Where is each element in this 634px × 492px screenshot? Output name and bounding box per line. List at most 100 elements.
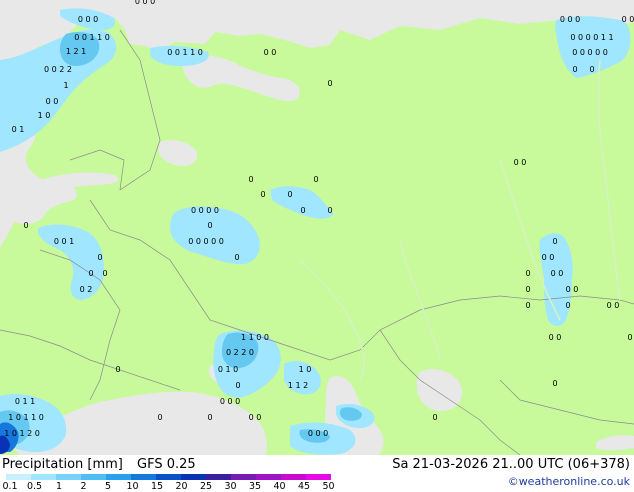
scale-swatch [206, 474, 231, 480]
precip-value: 0 0 [542, 253, 555, 262]
precip-value: 0 [552, 237, 557, 246]
precip-value: 0 0 [549, 333, 562, 342]
scale-swatch [131, 474, 156, 480]
precip-value: 0 0 0 [560, 15, 580, 24]
scale-swatch [306, 474, 331, 480]
precip-value: 0 [525, 301, 530, 310]
precip-value: 0 1 1 [15, 397, 35, 406]
precip-value: 1 1 2 [288, 381, 308, 390]
scale-swatch [281, 474, 306, 480]
precip-value: 0 0 [551, 269, 564, 278]
scale-label: 20 [175, 481, 188, 492]
precip-value: 0 [525, 269, 530, 278]
scale-swatch [56, 474, 81, 480]
precip-value: 0 [235, 381, 240, 390]
precip-value: 0 0 1 1 0 [74, 33, 110, 42]
precip-value: 0 [327, 79, 332, 88]
scale-bar [6, 474, 331, 480]
scale-label: 0.1 [2, 481, 18, 492]
precip-value: 0 [102, 269, 107, 278]
precip-value: 0 1 0 [218, 365, 238, 374]
precip-value: 0 [248, 175, 253, 184]
precip-value: 0 0 [607, 301, 620, 310]
precip-value: 0 [23, 221, 28, 230]
scale-swatch [256, 474, 281, 480]
color-scale: 0.1 0.5 1 2 5 10 15 20 25 30 35 40 45 50 [0, 473, 340, 492]
precip-value: 0 0 2 2 [44, 65, 72, 74]
precip-value: 1 0 1 2 0 [4, 429, 40, 438]
scale-swatch [231, 474, 256, 480]
precip-value: 1 [63, 81, 68, 90]
site-credit: ©weatheronline.co.uk [507, 475, 630, 488]
precip-value: 0 0 [514, 158, 527, 167]
precip-value: 0 0 [622, 15, 634, 24]
scale-label: 25 [199, 481, 213, 492]
precip-value: 0 [572, 65, 577, 74]
precip-value: 0 0 0 [78, 15, 98, 24]
precip-value: 0 [207, 413, 212, 422]
scale-label: 1 [55, 481, 63, 492]
precip-value: 0 [88, 269, 93, 278]
precip-value: 0 [313, 175, 318, 184]
precip-value: 0 0 1 1 0 [167, 48, 203, 57]
precip-value: 0 [589, 65, 594, 74]
precip-value: 1 0 [299, 365, 312, 374]
scale-label: 30 [224, 481, 237, 492]
precip-value: 0 [97, 253, 102, 262]
precip-value: 0 2 [80, 285, 93, 294]
precip-value: 0 2 2 0 [226, 348, 254, 357]
precip-value: 0 [260, 190, 265, 199]
precip-value: 0 [432, 413, 437, 422]
precip-value: 0 [552, 379, 557, 388]
precip-value: 0 [287, 190, 292, 199]
scale-label: 0.5 [26, 481, 43, 492]
precip-value: 0 [300, 206, 305, 215]
scale-label: 5 [104, 481, 112, 492]
scale-swatch [81, 474, 106, 480]
precip-value: 0 [234, 253, 239, 262]
precip-value: 0 0 0 [308, 429, 328, 438]
scale-label: 45 [297, 481, 311, 492]
scale-swatch [181, 474, 206, 480]
precip-value: 0 [207, 221, 212, 230]
scale-label: 2 [80, 481, 87, 492]
product-name: Precipitation [mm] [2, 457, 123, 472]
scale-swatch [156, 474, 181, 480]
map-footer: Precipitation [mm] GFS 0.25 Sa 21-03-202… [0, 455, 634, 492]
precip-value: 1 0 1 1 0 [8, 413, 44, 422]
precip-value: 0 [565, 301, 570, 310]
precip-value: 0 [327, 206, 332, 215]
valid-time: Sa 21-03-2026 21..00 UTC (06+378) [392, 457, 630, 472]
precip-value: 1 1 0 0 [241, 333, 269, 342]
precip-value: 0 [115, 365, 120, 374]
scale-label: 35 [248, 481, 262, 492]
precip-value: 0 0 0 0 0 [572, 48, 608, 57]
scale-label: 50 [322, 481, 335, 492]
precip-value: 0 0 [264, 48, 277, 57]
precip-value: 0 0 0 [220, 397, 240, 406]
precipitation-map: 0 0 00 0 00 0 1 1 01 2 10 0 2 210 01 00 … [0, 0, 634, 490]
precip-value: 0 0 1 [54, 237, 74, 246]
precip-value: 0 [157, 413, 162, 422]
precip-value: 0 0 0 0 1 1 [570, 33, 613, 42]
precip-value: 0 0 0 0 0 [188, 237, 224, 246]
product-title: Precipitation [mm] GFS 0.25 [2, 457, 196, 472]
precip-value: 0 0 [249, 413, 262, 422]
scale-swatch [31, 474, 56, 480]
precip-value: 1 2 1 [66, 47, 86, 56]
precip-value: 1 0 [38, 111, 51, 120]
precip-value: 0 [525, 285, 530, 294]
scale-swatch [6, 474, 31, 480]
scale-swatch [106, 474, 131, 480]
precip-value: 0 [627, 333, 632, 342]
scale-label: 40 [273, 481, 286, 492]
map-canvas: 0 0 00 0 00 0 1 1 01 2 10 0 2 210 01 00 … [0, 0, 634, 455]
precip-value: 0 0 [46, 97, 59, 106]
precip-value: 0 0 0 [135, 0, 155, 6]
precip-value: 0 0 [566, 285, 579, 294]
scale-label: 15 [150, 481, 164, 492]
model-name: GFS 0.25 [137, 457, 196, 472]
scale-label: 10 [126, 481, 139, 492]
precip-value: 0 1 [12, 125, 25, 134]
precip-value: 0 0 0 0 [191, 206, 219, 215]
